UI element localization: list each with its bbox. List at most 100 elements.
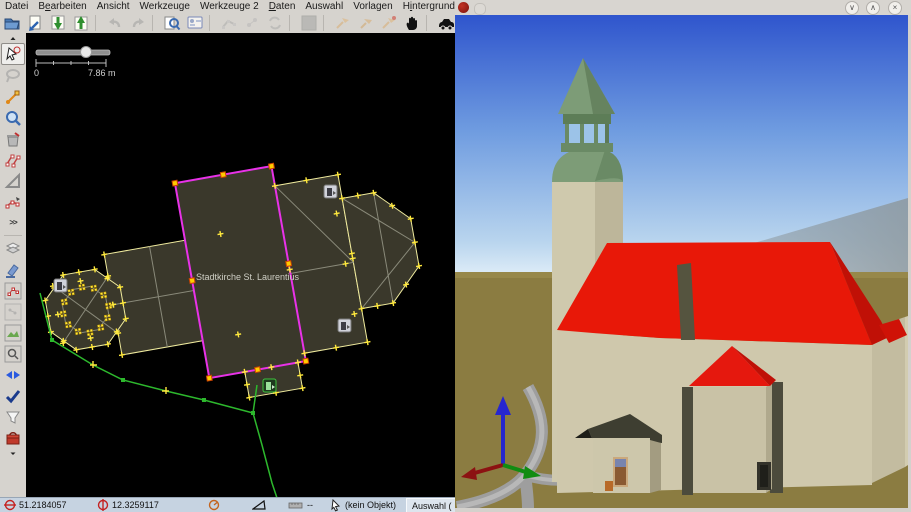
tower-node-cluster[interactable]: [101, 296, 104, 299]
tower-node-cluster[interactable]: [97, 325, 100, 328]
tower-node-cluster[interactable]: [82, 284, 85, 287]
validate-button[interactable]: [1, 385, 25, 406]
selected-way-node[interactable]: [255, 367, 261, 373]
tower-node-cluster[interactable]: [69, 325, 72, 328]
scroll-up-button[interactable]: [1, 33, 25, 43]
more-tools-button[interactable]: >>: [1, 212, 25, 233]
tower-node-cluster[interactable]: [98, 328, 101, 331]
menu-daten[interactable]: Daten: [264, 0, 301, 13]
maximize-button[interactable]: ∧: [866, 1, 880, 15]
upload-data-button[interactable]: [69, 14, 92, 33]
zoom-slider-knob[interactable]: [81, 47, 92, 58]
menu-hintergrund[interactable]: Hintergrund: [398, 0, 455, 13]
draw-node-tool-button[interactable]: [1, 86, 25, 107]
tower-node-cluster[interactable]: [91, 286, 94, 289]
tower-node-cluster[interactable]: [87, 333, 90, 336]
tower-node-cluster[interactable]: [79, 288, 82, 291]
tower-node-cluster[interactable]: [108, 318, 111, 321]
select-tool-button[interactable]: [1, 43, 25, 65]
menu-werkzeuge[interactable]: Werkzeuge: [135, 0, 195, 13]
tower-node-cluster[interactable]: [75, 329, 78, 332]
menu-datei[interactable]: Datei: [0, 0, 33, 13]
tower-node-cluster[interactable]: [71, 289, 74, 292]
tower-node-cluster[interactable]: [65, 302, 68, 305]
tower-node-cluster[interactable]: [104, 315, 107, 318]
tower-node-cluster[interactable]: [66, 325, 69, 328]
tower-node-cluster[interactable]: [105, 303, 108, 306]
tower-node-cluster[interactable]: [106, 307, 109, 310]
open-file-button[interactable]: [0, 14, 23, 33]
compare-toggle-button[interactable]: [1, 364, 25, 385]
tower-node-cluster[interactable]: [64, 299, 67, 302]
scroll-down-button[interactable]: [1, 448, 25, 458]
zoom-to-selection-button[interactable]: [160, 14, 183, 33]
menu-bearbeiten[interactable]: Bearbeiten: [33, 0, 91, 13]
3d-title-bar[interactable]: ∨ ∧ ×: [455, 0, 911, 16]
tower-node-cluster[interactable]: [105, 318, 108, 321]
selection-panel-button[interactable]: Auswahl (: [406, 498, 461, 512]
tower-node-cluster[interactable]: [104, 295, 107, 298]
download-data-button[interactable]: [46, 14, 69, 33]
imagery-toggle-button[interactable]: [1, 322, 25, 343]
tower-node-cluster[interactable]: [68, 321, 71, 324]
tower-node-cluster[interactable]: [100, 292, 103, 295]
selected-way-node[interactable]: [206, 375, 212, 381]
map-canvas[interactable]: Stadtkirche St. Laurentius 0 7.86 m: [26, 33, 455, 497]
tower-node-cluster[interactable]: [68, 290, 71, 293]
close-button[interactable]: ×: [888, 1, 902, 15]
tower-node-cluster[interactable]: [83, 287, 86, 290]
tower-node-cluster[interactable]: [68, 293, 71, 296]
tower-node-cluster[interactable]: [61, 315, 64, 318]
delete-tool-button[interactable]: [1, 128, 25, 149]
tower-node-cluster[interactable]: [94, 285, 97, 288]
car-preset-button[interactable]: [434, 14, 457, 33]
entrance-door-icon-selected[interactable]: [263, 379, 276, 392]
menu-werkzeuge-2[interactable]: Werkzeuge 2: [195, 0, 264, 13]
tower-node-cluster[interactable]: [64, 314, 67, 317]
selected-way-node[interactable]: [303, 358, 309, 364]
tower-node-cluster[interactable]: [65, 322, 68, 325]
tower-node-cluster[interactable]: [104, 292, 107, 295]
tower-node-cluster[interactable]: [78, 328, 81, 331]
door-icon[interactable]: [324, 185, 337, 198]
selected-way-node[interactable]: [189, 278, 195, 284]
marker-toggle-button[interactable]: [1, 259, 25, 280]
door-icon[interactable]: [338, 319, 351, 332]
filter-toggle-button[interactable]: [1, 406, 25, 427]
selected-way-node[interactable]: [269, 163, 275, 169]
save-file-button[interactable]: [23, 14, 46, 33]
parallel-way-tool-button[interactable]: [1, 149, 25, 170]
tower-node-cluster[interactable]: [79, 285, 82, 288]
tower-node-cluster[interactable]: [91, 289, 94, 292]
preferences-button[interactable]: [183, 14, 206, 33]
validation-toggle-button[interactable]: [1, 280, 25, 301]
layers-toggle-button[interactable]: [1, 238, 25, 259]
minimize-button[interactable]: ∨: [845, 1, 859, 15]
menu-vorlagen[interactable]: Vorlagen: [348, 0, 397, 13]
tower-node-cluster[interactable]: [109, 303, 112, 306]
tower-node-cluster[interactable]: [109, 306, 112, 309]
measure-tool-button[interactable]: [1, 170, 25, 191]
selected-way-node[interactable]: [172, 180, 178, 186]
tower-node-cluster[interactable]: [101, 328, 104, 331]
door-icon[interactable]: [54, 279, 67, 292]
zoom-tool-button[interactable]: [1, 107, 25, 128]
tower-node-cluster[interactable]: [87, 330, 90, 333]
tower-node-cluster[interactable]: [91, 333, 94, 336]
improve-accuracy-tool-button[interactable]: [1, 191, 25, 212]
menu-auswahl[interactable]: Auswahl: [300, 0, 348, 13]
tower-node-cluster[interactable]: [108, 314, 111, 317]
tower-node-cluster[interactable]: [95, 288, 98, 291]
tower-node-cluster[interactable]: [60, 311, 63, 314]
zoom-slider[interactable]: [36, 47, 110, 58]
3d-viewport[interactable]: [455, 15, 908, 508]
selected-way-node[interactable]: [286, 261, 292, 267]
tower-node-cluster[interactable]: [72, 292, 75, 295]
tower-node-cluster[interactable]: [101, 324, 104, 327]
tower-node-cluster[interactable]: [75, 332, 78, 335]
selected-way-node[interactable]: [220, 172, 226, 178]
search-toggle-button[interactable]: [1, 343, 25, 364]
lasso-tool-button[interactable]: [1, 65, 25, 86]
tower-node-cluster[interactable]: [79, 332, 82, 335]
command-stack-toggle-button[interactable]: [1, 301, 25, 322]
